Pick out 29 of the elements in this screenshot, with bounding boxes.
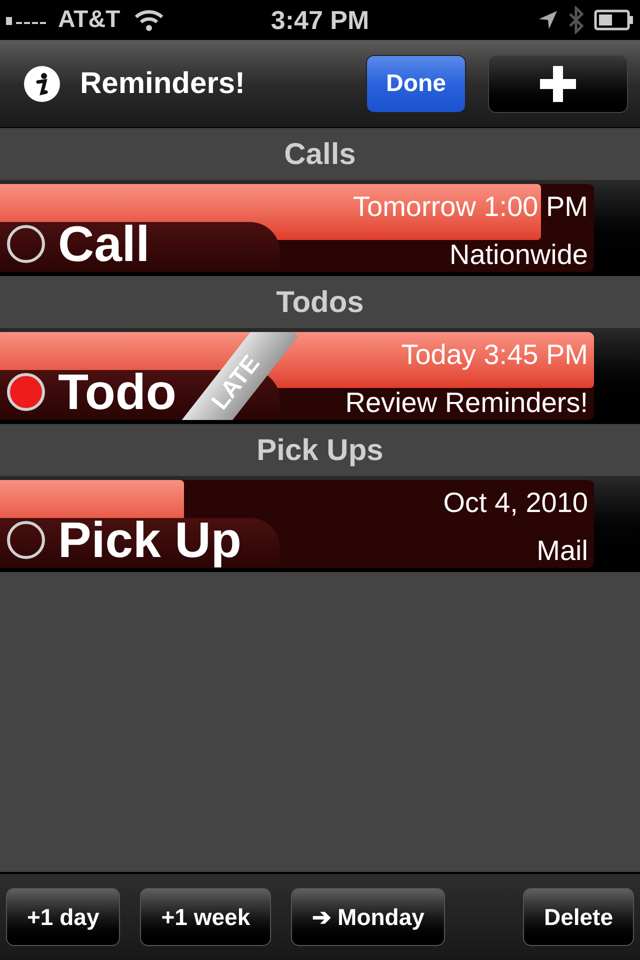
reminder-title: Call	[58, 216, 150, 272]
reminder-subtitle: Review Reminders!	[345, 386, 588, 420]
toolbar-button[interactable]: +1 day	[6, 888, 120, 946]
wifi-icon	[134, 9, 164, 31]
toolbar-button[interactable]: ➔ Monday	[291, 888, 446, 946]
done-button[interactable]: Done	[366, 54, 466, 112]
add-button[interactable]	[488, 54, 628, 112]
reminder-date: Today 3:45 PM	[401, 338, 588, 372]
bluetooth-icon	[568, 6, 584, 34]
battery-icon	[594, 9, 634, 31]
reminder-date: Tomorrow 1:00 PM	[353, 190, 588, 224]
reminder-subtitle: Nationwide	[449, 238, 588, 272]
reminder-card[interactable]: Pick Up Oct 4, 2010 Mail	[0, 480, 594, 568]
location-arrow-icon	[538, 10, 558, 30]
reminder-date: Oct 4, 2010	[443, 486, 588, 520]
reminder-title: Todo	[58, 364, 176, 420]
section-header: Calls	[284, 136, 356, 172]
plus-icon	[540, 66, 576, 102]
app-title: Reminders!	[80, 66, 246, 102]
reminder-subtitle: Mail	[536, 534, 588, 568]
section-header: Todos	[276, 284, 364, 320]
section-header: Pick Ups	[256, 432, 384, 468]
reminder-title: Pick Up	[58, 512, 242, 568]
carrier-label: AT&T	[58, 5, 120, 35]
reminder-card[interactable]: Call Tomorrow 1:00 PM Nationwide	[0, 184, 594, 272]
toolbar-button[interactable]: +1 week	[140, 888, 272, 946]
clock: 3:47 PM	[270, 4, 370, 36]
toolbar-button[interactable]: Delete	[522, 888, 634, 946]
info-icon[interactable]	[24, 66, 60, 102]
